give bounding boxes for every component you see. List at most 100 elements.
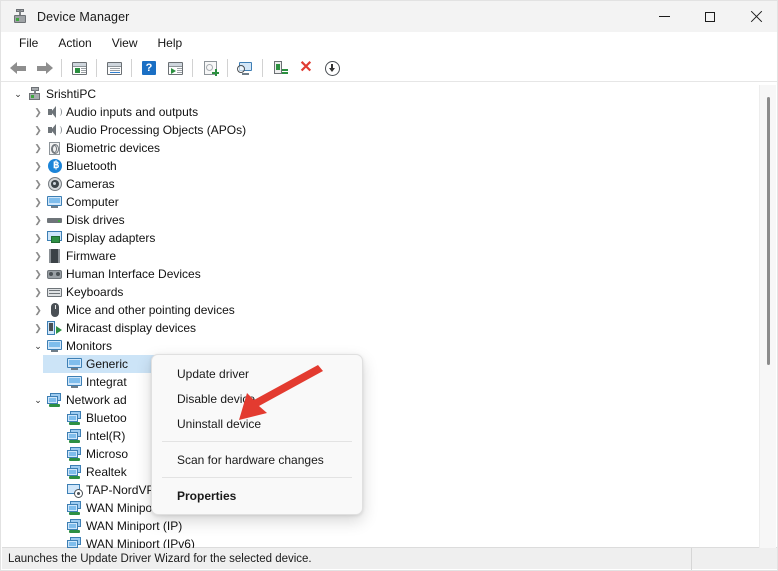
speaker-icon [46, 104, 64, 120]
tree-row-label: Integrat [86, 375, 127, 389]
context-menu-item-update-driver[interactable]: Update driver [156, 361, 358, 386]
tree-row[interactable]: WAN Miniport (IKEv2) [2, 499, 777, 517]
collapse-chevron-icon[interactable]: ⌄ [30, 395, 46, 405]
scan-hardware-changes-button[interactable] [232, 56, 258, 80]
expand-chevron-icon[interactable]: ❯ [30, 305, 46, 315]
menu-action[interactable]: Action [48, 33, 101, 54]
monitor-icon [46, 338, 64, 354]
device-manager-window: Device Manager File Action View Help ? ✕… [0, 0, 778, 571]
tree-row[interactable]: Realtek [2, 463, 777, 481]
maximize-button[interactable] [687, 1, 733, 32]
toolbar-separator [262, 59, 263, 77]
properties-button[interactable] [101, 56, 127, 80]
hid-gamepad-icon [46, 266, 64, 282]
expand-chevron-icon[interactable]: ❯ [30, 161, 46, 171]
context-menu-item-scan-for-hardware-changes[interactable]: Scan for hardware changes [156, 447, 358, 472]
status-text: Launches the Update Driver Wizard for th… [8, 552, 312, 565]
context-menu-separator [162, 441, 352, 442]
expand-chevron-icon[interactable]: ❯ [30, 251, 46, 261]
tree-row-label: Firmware [66, 249, 116, 263]
tree-row[interactable]: ❯ Display adapters [2, 229, 777, 247]
update-driver-button[interactable] [197, 56, 223, 80]
forward-arrow-icon [36, 61, 53, 75]
tree-row[interactable]: ❯ Disk drives [2, 211, 777, 229]
show-pane-button[interactable] [162, 56, 188, 80]
tree-row[interactable]: TAP-NordVPN Windows Adapter V9 [2, 481, 777, 499]
expand-chevron-icon[interactable]: ❯ [30, 215, 46, 225]
tree-row[interactable]: Intel(R) [2, 427, 777, 445]
tree-row[interactable]: ❯ Biometric devices [2, 139, 777, 157]
computer-root-icon [26, 86, 44, 102]
context-menu-item-uninstall-device[interactable]: Uninstall device [156, 411, 358, 436]
help-button[interactable]: ? [136, 56, 162, 80]
expand-chevron-icon[interactable]: ❯ [30, 233, 46, 243]
monitor-icon [66, 374, 84, 390]
maximize-icon [705, 11, 715, 22]
tree-row[interactable]: ❯ Firmware [2, 247, 777, 265]
expand-chevron-icon[interactable]: ❯ [30, 269, 46, 279]
menu-file[interactable]: File [9, 33, 48, 54]
scrollbar-thumb[interactable] [767, 97, 770, 365]
tree-row[interactable]: ⌄ SrishtiPC [2, 85, 777, 103]
tree-row[interactable]: ❯ ฿ Bluetooth [2, 157, 777, 175]
tree-row[interactable]: ❯ Cameras [2, 175, 777, 193]
uninstall-device-button[interactable]: ✕ [293, 56, 319, 80]
context-menu-item-properties[interactable]: Properties [156, 483, 358, 508]
install-legacy-hardware-button[interactable] [319, 56, 345, 80]
tree-row-label: Human Interface Devices [66, 267, 201, 281]
console-tree-icon [71, 61, 87, 75]
tree-row-label: Display adapters [66, 231, 156, 245]
tree-row-label: WAN Miniport (IP) [86, 519, 183, 533]
tree-row-label: Disk drives [66, 213, 125, 227]
tree-row[interactable]: Microso [2, 445, 777, 463]
forward-button[interactable] [31, 56, 57, 80]
tree-row[interactable]: ❯ Keyboards [2, 283, 777, 301]
expand-chevron-icon[interactable]: ❯ [30, 107, 46, 117]
menu-help[interactable]: Help [148, 33, 193, 54]
expand-chevron-icon[interactable]: ❯ [30, 179, 46, 189]
download-circle-icon [324, 60, 340, 76]
tree-row-label: Generic [86, 357, 129, 371]
menu-view[interactable]: View [102, 33, 148, 54]
tree-row-label: Realtek [86, 465, 127, 479]
tree-row[interactable]: ⌄ Monitors [2, 337, 777, 355]
tree-row[interactable]: ❯ Mice and other pointing devices [2, 301, 777, 319]
tree-row-label: Intel(R) [86, 429, 126, 443]
expand-chevron-icon[interactable]: ❯ [30, 323, 46, 333]
context-menu[interactable]: Update driver Disable device Uninstall dev… [151, 354, 363, 515]
camera-icon [46, 176, 64, 192]
expand-chevron-icon[interactable]: ❯ [30, 143, 46, 153]
toolbar-separator [131, 59, 132, 77]
tree-row-label: Bluetooth [66, 159, 117, 173]
tree-row[interactable]: ❯ Audio Processing Objects (APOs) [2, 121, 777, 139]
tree-row-label: Computer [66, 195, 119, 209]
toolbar: ? ✕ [1, 55, 777, 82]
tree-row[interactable]: Integrat [2, 373, 777, 391]
tree-row[interactable]: ❯ Human Interface Devices [2, 265, 777, 283]
context-menu-separator [162, 477, 352, 478]
expand-chevron-icon[interactable]: ❯ [30, 125, 46, 135]
expand-chevron-icon[interactable]: ❯ [30, 287, 46, 297]
collapse-chevron-icon[interactable]: ⌄ [30, 341, 46, 351]
tree-row[interactable]: WAN Miniport (IP) [2, 517, 777, 535]
back-button[interactable] [5, 56, 31, 80]
enable-device-button[interactable] [267, 56, 293, 80]
tree-row[interactable]: Generic [2, 355, 777, 373]
minimize-button[interactable] [641, 1, 687, 32]
tree-row[interactable]: ❯ Miracast display devices [2, 319, 777, 337]
expand-chevron-icon[interactable]: ❯ [30, 197, 46, 207]
tree-row-label: WAN Miniport (IPv6) [86, 537, 195, 548]
display-adapter-icon [46, 230, 64, 246]
show-hide-console-tree-button[interactable] [66, 56, 92, 80]
network-adapter-icon [66, 500, 84, 516]
tree-row[interactable]: ❯ Computer [2, 193, 777, 211]
context-menu-item-disable-device[interactable]: Disable device [156, 386, 358, 411]
vertical-scrollbar[interactable] [759, 85, 776, 548]
close-button[interactable] [733, 1, 777, 32]
speaker-icon [46, 122, 64, 138]
tree-row[interactable]: ⌄ Network ad [2, 391, 777, 409]
device-tree[interactable]: ⌄ SrishtiPC ❯ Audio inputs and outputs ❯ Audi… [2, 85, 777, 548]
tree-row[interactable]: Bluetoo [2, 409, 777, 427]
collapse-chevron-icon[interactable]: ⌄ [10, 89, 26, 99]
tree-row[interactable]: ❯ Audio inputs and outputs [2, 103, 777, 121]
